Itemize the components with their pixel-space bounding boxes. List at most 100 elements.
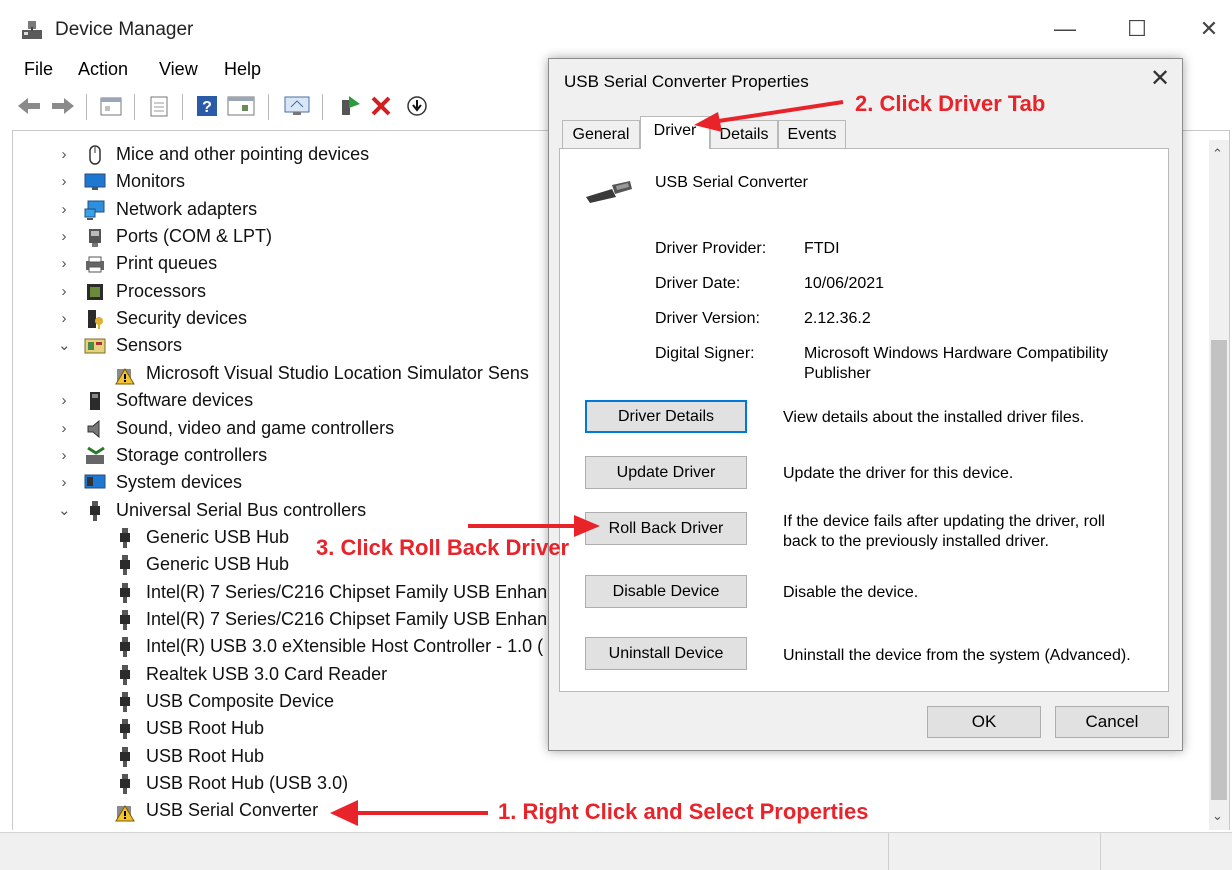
collapse-chevron-icon[interactable]: ⌄ <box>58 332 71 359</box>
uninstall-x-icon[interactable] <box>368 94 394 118</box>
tree-item[interactable]: Intel(R) 7 Series/C216 Chipset Family US… <box>0 606 548 633</box>
tab-driver[interactable]: Driver <box>640 116 710 149</box>
download-circle-icon[interactable] <box>404 94 430 118</box>
window-title: Device Manager <box>55 19 194 40</box>
tree-item[interactable]: Intel(R) USB 3.0 eXtensible Host Control… <box>0 633 548 660</box>
tree-item[interactable]: USB Composite Device <box>0 688 548 715</box>
annotation-step1: 1. Right Click and Select Properties <box>498 799 869 824</box>
device-manager-icon <box>22 21 42 39</box>
tree-item[interactable]: › Ports (COM & LPT) <box>0 223 548 250</box>
menu-help[interactable]: Help <box>224 59 261 80</box>
uninstall-device-button[interactable]: Uninstall Device <box>585 637 747 670</box>
driver-details-button[interactable]: Driver Details <box>585 400 747 433</box>
tree-item[interactable]: › Software devices <box>0 387 548 414</box>
help-icon[interactable]: ? <box>194 94 220 118</box>
tab-events[interactable]: Events <box>778 120 846 148</box>
tree-item[interactable]: USB Root Hub (USB 3.0) <box>0 770 548 797</box>
status-bar <box>0 832 1232 870</box>
tree-item[interactable]: Realtek USB 3.0 Card Reader <box>0 661 548 688</box>
collapse-chevron-icon[interactable]: ⌄ <box>58 497 71 524</box>
menu-action[interactable]: Action <box>78 59 128 80</box>
tree-item-label: Sound, video and game controllers <box>116 418 395 438</box>
usb-icon <box>120 719 130 739</box>
expand-chevron-icon[interactable]: › <box>58 305 70 332</box>
close-button[interactable]: ✕ <box>1194 14 1224 44</box>
back-arrow-icon[interactable] <box>16 94 42 118</box>
tree-item[interactable]: › Sound, video and game controllers <box>0 415 548 442</box>
roll-back-driver-desc: If the device fails after updating the d… <box>783 513 1105 550</box>
tab-details[interactable]: Details <box>710 120 778 148</box>
ok-button[interactable]: OK <box>927 706 1041 738</box>
tree-item[interactable]: › Processors <box>0 278 548 305</box>
scan-hardware-icon[interactable] <box>282 94 312 118</box>
maximize-button[interactable]: ☐ <box>1122 14 1152 44</box>
tree-item[interactable]: › Monitors <box>0 168 548 195</box>
tree-item-label: Microsoft Visual Studio Location Simulat… <box>146 363 529 383</box>
sensor-icon <box>84 338 106 354</box>
expand-chevron-icon[interactable]: › <box>58 469 70 496</box>
tree-item[interactable]: › Network adapters <box>0 196 548 223</box>
system-icon <box>84 474 106 489</box>
expand-chevron-icon[interactable]: › <box>58 387 70 414</box>
expand-chevron-icon[interactable]: › <box>58 442 70 469</box>
usb-icon <box>120 692 130 712</box>
expand-chevron-icon[interactable]: › <box>58 250 70 277</box>
tree-item[interactable]: › Storage controllers <box>0 442 548 469</box>
expand-chevron-icon[interactable]: › <box>58 196 70 223</box>
driver-details-desc: View details about the installed driver … <box>783 409 1085 426</box>
tree-item-label: Ports (COM & LPT) <box>116 226 273 246</box>
disable-device-button[interactable]: Disable Device <box>585 575 747 608</box>
expand-chevron-icon[interactable]: › <box>58 141 70 168</box>
usb-icon <box>120 747 130 767</box>
console-window-icon[interactable] <box>226 94 256 118</box>
expand-chevron-icon[interactable]: › <box>58 415 70 442</box>
expand-chevron-icon[interactable]: › <box>58 278 70 305</box>
tree-item-label: Monitors <box>116 171 186 191</box>
tab-general[interactable]: General <box>562 120 640 148</box>
document-icon[interactable] <box>146 94 172 118</box>
expand-chevron-icon[interactable]: › <box>58 223 70 250</box>
expand-chevron-icon[interactable]: › <box>58 168 70 195</box>
tree-item[interactable]: USB Root Hub <box>0 715 548 742</box>
scroll-up-icon[interactable]: ⌃ <box>1212 146 1223 162</box>
driver-provider-label: Driver Provider: <box>655 240 767 257</box>
driver-date-label: Driver Date: <box>655 275 741 292</box>
scrollbar-thumb[interactable] <box>1211 340 1227 800</box>
tree-item[interactable]: Intel(R) 7 Series/C216 Chipset Family US… <box>0 579 548 606</box>
menu-file[interactable]: File <box>24 59 53 80</box>
tree-item-label: USB Root Hub (USB 3.0) <box>146 773 349 793</box>
tree-item-label: Intel(R) USB 3.0 eXtensible Host Control… <box>146 636 544 656</box>
tree-item[interactable]: ⌄ Universal Serial Bus controllers <box>0 497 548 524</box>
device-name: USB Serial Converter <box>655 174 808 191</box>
cancel-button[interactable]: Cancel <box>1055 706 1169 738</box>
tree-item-label: Network adapters <box>116 199 258 219</box>
tree-item[interactable]: ⌄ Sensors <box>0 332 548 359</box>
update-driver-icon[interactable] <box>336 94 362 118</box>
printer-icon <box>86 256 104 273</box>
storage-icon <box>86 446 105 464</box>
mouse-icon <box>89 145 101 165</box>
tree-item-label: Storage controllers <box>116 445 268 465</box>
tree-item[interactable]: › System devices <box>0 469 548 496</box>
dialog-close-icon[interactable]: ✕ <box>1147 66 1173 92</box>
processor-icon <box>87 284 103 300</box>
tree-item[interactable]: › Security devices <box>0 305 548 332</box>
properties-sheet-icon[interactable] <box>98 94 124 118</box>
uninstall-device-desc: Uninstall the device from the system (Ad… <box>783 647 1131 664</box>
scroll-down-icon[interactable]: ⌄ <box>1212 808 1223 824</box>
tree-item-label: USB Root Hub <box>146 718 265 738</box>
tree-item-label: Universal Serial Bus controllers <box>116 500 367 520</box>
update-driver-button[interactable]: Update Driver <box>585 456 747 489</box>
roll-back-driver-button[interactable]: Roll Back Driver <box>585 512 747 545</box>
tree-item[interactable]: › Print queues <box>0 250 548 277</box>
speaker-icon <box>87 419 100 439</box>
tree-item-label: Mice and other pointing devices <box>116 144 370 164</box>
tree-item[interactable]: › Mice and other pointing devices <box>0 141 548 168</box>
annotation-step2: 2. Click Driver Tab <box>855 91 1046 116</box>
tree-item[interactable]: USB Serial Converter <box>0 797 548 824</box>
tree-item[interactable]: Microsoft Visual Studio Location Simulat… <box>0 360 548 387</box>
forward-arrow-icon[interactable] <box>50 94 76 118</box>
minimize-button[interactable]: — <box>1050 14 1080 44</box>
menu-view[interactable]: View <box>159 59 198 80</box>
tree-item[interactable]: USB Root Hub <box>0 743 548 770</box>
